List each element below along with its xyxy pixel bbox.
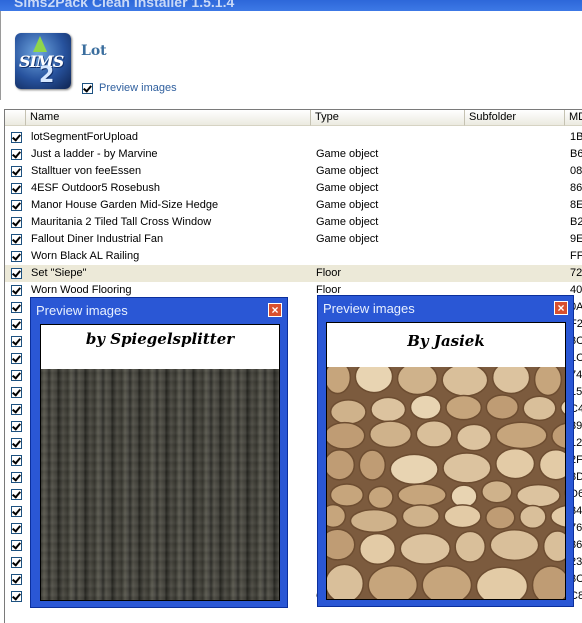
preview-images-checkbox[interactable]: [82, 83, 93, 94]
table-row[interactable]: Set "Siepe" Floor 72: [5, 265, 582, 282]
row-name: Stalltuer von feeEssen: [31, 165, 142, 177]
close-icon[interactable]: ×: [268, 303, 282, 317]
window-title: Sims2Pack Clean Installer 1.5.1.4: [14, 0, 235, 10]
row-name: Worn Wood Flooring: [31, 284, 132, 296]
row-checkbox[interactable]: [11, 149, 22, 160]
row-md: 72: [570, 267, 582, 279]
column-header-subfolder[interactable]: Subfolder: [465, 110, 565, 126]
row-checkbox[interactable]: [11, 183, 22, 194]
row-checkbox[interactable]: [11, 557, 22, 568]
row-checkbox[interactable]: [11, 455, 22, 466]
table-row[interactable]: Mauritania 2 Tiled Tall Cross Window Game…: [5, 214, 582, 231]
row-checkbox[interactable]: [11, 353, 22, 364]
row-checkbox[interactable]: [11, 268, 22, 279]
row-checkbox[interactable]: [11, 336, 22, 347]
column-header-md[interactable]: MD: [565, 110, 582, 126]
row-name: 4ESF Outdoor5 Rosebush: [31, 182, 161, 194]
row-md: 8E: [570, 199, 582, 211]
row-type: Game object: [316, 148, 379, 160]
row-checkbox[interactable]: [11, 540, 22, 551]
preview-window-1[interactable]: Preview images × by Spiegelsplitter: [30, 297, 288, 608]
table-row[interactable]: Just a ladder - by Marvine Game object B6: [5, 146, 582, 163]
row-checkbox[interactable]: [11, 370, 22, 381]
table-row[interactable]: Worn Black AL Railing FF: [5, 248, 582, 265]
row-checkbox[interactable]: [11, 404, 22, 415]
row-md: 1B: [570, 131, 582, 143]
preview-image-frame: by Spiegelsplitter: [40, 324, 280, 601]
preview-window-title: Preview images: [323, 301, 415, 316]
row-checkbox[interactable]: [11, 506, 22, 517]
column-header-type[interactable]: Type: [311, 110, 465, 126]
stone-texture-image: [327, 367, 565, 599]
plumbbob-icon: [33, 36, 47, 52]
table-row[interactable]: 4ESF Outdoor5 Rosebush Game object 86: [5, 180, 582, 197]
preview-window-title: Preview images: [36, 303, 128, 318]
row-checkbox[interactable]: [11, 472, 22, 483]
wood-texture-image: [41, 369, 279, 600]
logo-number: 2: [39, 63, 55, 88]
close-icon[interactable]: ×: [554, 301, 568, 315]
column-header-check[interactable]: [5, 110, 26, 126]
stone-wall-graphic: [327, 367, 565, 599]
row-type: Game object: [316, 182, 379, 194]
row-md: 86: [570, 182, 582, 194]
window-titlebar[interactable]: Sims2Pack Clean Installer 1.5.1.4: [0, 0, 582, 11]
row-checkbox[interactable]: [11, 574, 22, 585]
row-checkbox[interactable]: [11, 234, 22, 245]
preview-window-2[interactable]: Preview images × By Jasiek: [317, 295, 574, 607]
row-checkbox[interactable]: [11, 421, 22, 432]
package-header: SIMS 2 Lot Preview images: [0, 11, 582, 100]
row-type: Game object: [316, 199, 379, 211]
row-md: B6: [570, 148, 582, 160]
row-checkbox[interactable]: [11, 132, 22, 143]
row-checkbox[interactable]: [11, 438, 22, 449]
package-title: Lot: [81, 43, 107, 59]
sims2-logo: SIMS 2: [15, 33, 71, 89]
row-checkbox[interactable]: [11, 319, 22, 330]
row-md: FF: [570, 250, 582, 262]
row-type: Floor: [316, 267, 342, 279]
preview-images-label[interactable]: Preview images: [99, 82, 177, 94]
row-md: 9E: [570, 233, 582, 245]
row-name: Just a ladder - by Marvine: [31, 148, 158, 160]
row-name: Fallout Diner Industrial Fan: [31, 233, 164, 245]
row-md: 08: [570, 165, 582, 177]
row-checkbox[interactable]: [11, 251, 22, 262]
row-checkbox[interactable]: [11, 591, 22, 602]
row-name: Mauritania 2 Tiled Tall Cross Window: [31, 216, 212, 228]
row-type: Game object: [316, 216, 379, 228]
row-checkbox[interactable]: [11, 302, 22, 313]
row-name: Worn Black AL Railing: [31, 250, 140, 262]
preview-caption: by Spiegelsplitter: [85, 330, 235, 348]
table-row[interactable]: Fallout Diner Industrial Fan Game object 9…: [5, 231, 582, 248]
preview-caption: By Jasiek: [407, 332, 485, 350]
row-checkbox[interactable]: [11, 523, 22, 534]
row-type: Game object: [316, 165, 379, 177]
row-md: B2: [570, 216, 582, 228]
table-row[interactable]: Stalltuer von feeEssen Game object 08: [5, 163, 582, 180]
row-checkbox[interactable]: [11, 387, 22, 398]
row-checkbox[interactable]: [11, 285, 22, 296]
row-name: lotSegmentForUpload: [31, 131, 139, 143]
row-checkbox[interactable]: [11, 200, 22, 211]
column-header-name[interactable]: Name: [26, 110, 311, 126]
row-type: Game object: [316, 233, 379, 245]
row-checkbox[interactable]: [11, 217, 22, 228]
row-checkbox[interactable]: [11, 166, 22, 177]
table-row[interactable]: Manor House Garden Mid-Size Hedge Game ob…: [5, 197, 582, 214]
row-checkbox[interactable]: [11, 489, 22, 500]
row-name: Set "Siepe": [31, 267, 87, 279]
table-row[interactable]: lotSegmentForUpload 1B: [5, 129, 582, 146]
preview-image-frame: By Jasiek: [326, 322, 566, 600]
row-name: Manor House Garden Mid-Size Hedge: [31, 199, 219, 211]
